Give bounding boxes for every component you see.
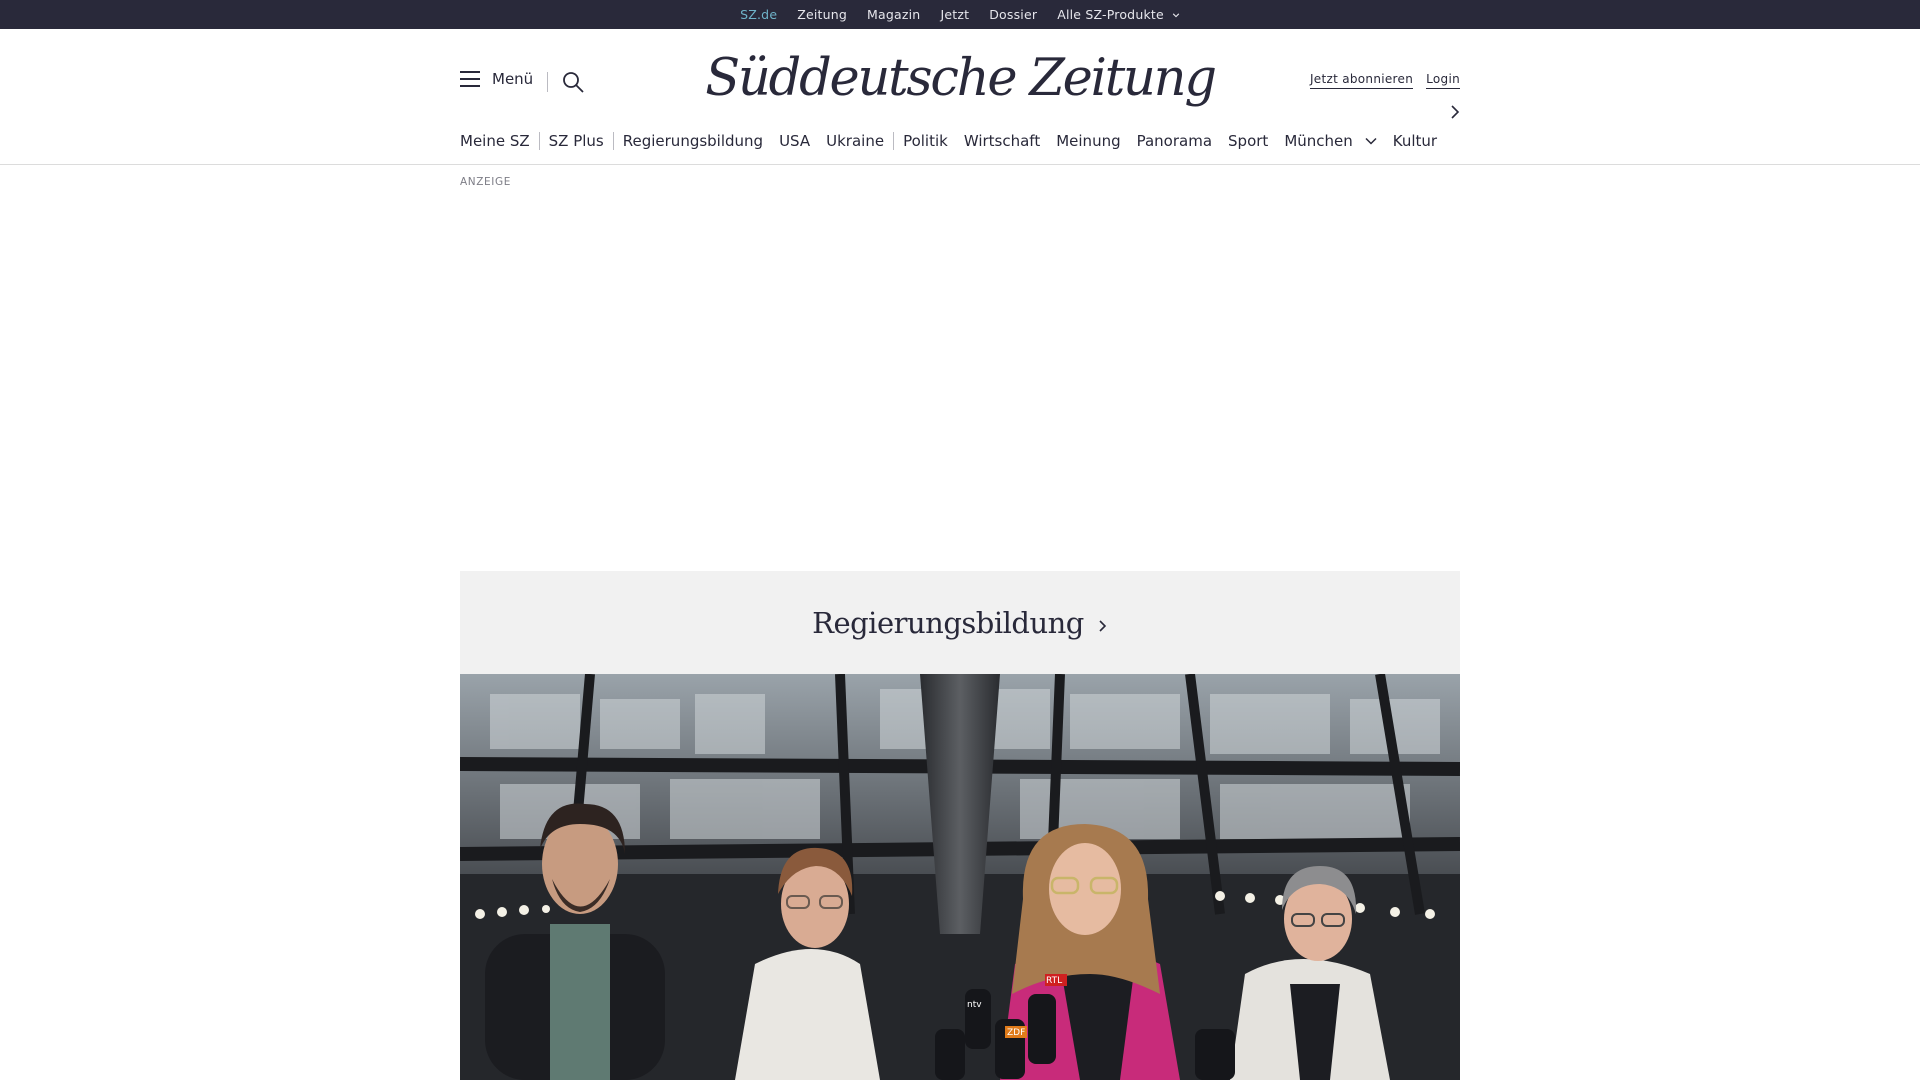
menu-label: Menü (492, 70, 534, 88)
nav-divider (612, 132, 614, 150)
login-link[interactable]: Login (1426, 72, 1460, 89)
hamburger-icon (460, 71, 480, 87)
topbar-item-dossier[interactable]: Dossier (989, 7, 1037, 22)
mic-label-zdf: ZDF (1007, 1028, 1025, 1038)
nav-item-kultur[interactable]: Kultur (1393, 132, 1437, 150)
topbar-item-jetzt[interactable]: Jetzt (940, 7, 969, 22)
nav-item-meinung[interactable]: Meinung (1056, 132, 1120, 150)
product-switcher: SZ.de Zeitung Magazin Jetzt Dossier Alle… (0, 0, 1920, 31)
hero-photo: ntv RTL ZDF (460, 674, 1460, 1080)
chevron-right-icon[interactable] (1449, 103, 1461, 121)
user-links: Jetzt abonnieren Login (1309, 72, 1460, 89)
mic-label-rtl: RTL (1046, 976, 1062, 986)
chevron-right-icon (1099, 619, 1107, 632)
section-header[interactable]: Regierungsbildung (460, 571, 1460, 674)
nav-divider (538, 132, 540, 150)
mic-label-ntv: ntv (967, 1000, 982, 1010)
site-logo[interactable]: Süddeutsche Zeitung (705, 43, 1217, 113)
topbar-item-zeitung[interactable]: Zeitung (797, 7, 847, 22)
site-header: Menü Süddeutsche Zeitung Jetzt abonniere… (0, 29, 1920, 165)
topbar-item-magazin[interactable]: Magazin (867, 7, 920, 22)
hero-image[interactable]: ntv RTL ZDF (460, 674, 1460, 1080)
menu-button[interactable]: Menü (460, 70, 533, 88)
nav-item-sz-plus[interactable]: SZ Plus (549, 132, 604, 150)
nav-item-regierungsbildung[interactable]: Regierungsbildung (623, 132, 763, 150)
nav-divider (893, 132, 895, 150)
subscribe-link[interactable]: Jetzt abonnieren (1309, 72, 1414, 89)
section-title: Regierungsbildung (812, 605, 1084, 640)
top-bar: SZ.de Zeitung Magazin Jetzt Dossier Alle… (0, 0, 1920, 31)
nav-item-politik[interactable]: Politik (903, 132, 948, 150)
chevron-down-icon (1365, 137, 1377, 145)
topbar-item-alle-produkte-label: Alle SZ-Produkte (1057, 7, 1164, 22)
topbar-item-szde[interactable]: SZ.de (740, 7, 777, 31)
nav-item-panorama[interactable]: Panorama (1137, 132, 1212, 150)
main-navigation: Meine SZ SZ Plus Regierungsbildung USA U… (460, 130, 1437, 152)
nav-item-wirtschaft[interactable]: Wirtschaft (964, 132, 1040, 150)
header-divider (547, 72, 548, 92)
nav-item-sport[interactable]: Sport (1228, 132, 1268, 150)
nav-item-muenchen-label: München (1284, 132, 1353, 150)
ad-label: ANZEIGE (460, 176, 511, 188)
nav-item-meine-sz[interactable]: Meine SZ (460, 132, 530, 150)
topbar-item-alle-produkte[interactable]: Alle SZ-Produkte (1057, 7, 1180, 22)
nav-item-usa[interactable]: USA (779, 132, 810, 150)
nav-item-ukraine[interactable]: Ukraine (826, 132, 884, 150)
nav-item-muenchen[interactable]: München (1284, 132, 1377, 150)
chevron-down-icon (1172, 12, 1180, 17)
search-icon[interactable] (561, 70, 585, 94)
